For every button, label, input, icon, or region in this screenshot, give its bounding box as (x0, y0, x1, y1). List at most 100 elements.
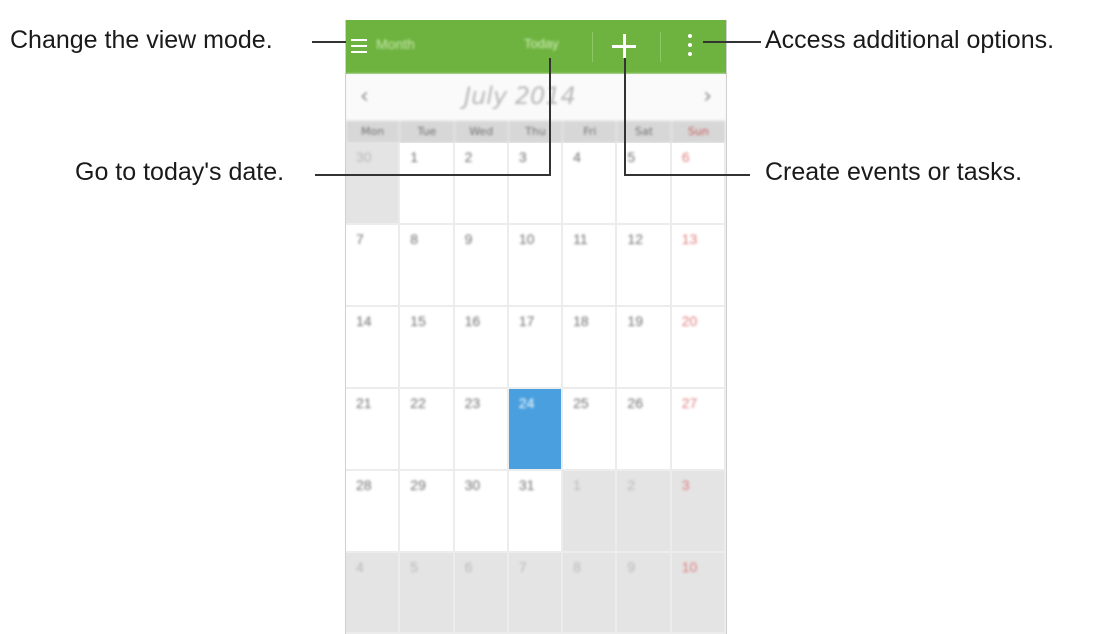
view-mode-label[interactable]: Month (376, 36, 415, 52)
day-number: 27 (681, 395, 698, 411)
day-cell[interactable]: 3 (508, 143, 564, 225)
month-navigation: ‹ July 2014 › (346, 74, 726, 120)
day-cell[interactable]: 6 (671, 143, 726, 225)
day-cell[interactable]: 9 (617, 553, 672, 634)
day-cell[interactable]: 2 (617, 471, 672, 553)
chevron-right-icon[interactable]: › (703, 84, 712, 109)
day-cell[interactable]: 10 (671, 553, 726, 634)
day-number: 9 (464, 231, 473, 247)
day-cell[interactable]: 2 (454, 143, 509, 225)
today-button[interactable]: Today (524, 36, 559, 51)
day-number: 1 (410, 149, 419, 165)
day-number: 8 (573, 559, 581, 575)
day-cell[interactable]: 20 (671, 307, 726, 389)
week-row: 21 22 23 24 25 26 27 (346, 389, 726, 471)
day-number: 10 (518, 231, 535, 247)
day-cell[interactable]: 30 (454, 471, 509, 553)
day-number: 30 (356, 149, 372, 165)
day-cell[interactable]: 21 (346, 389, 401, 471)
day-cell[interactable]: 1 (563, 471, 618, 553)
app-bar: Month Today (346, 20, 726, 74)
weekday-label: Thu (509, 121, 564, 143)
day-cell[interactable]: 18 (563, 307, 618, 389)
day-cell[interactable]: 19 (617, 307, 672, 389)
leader-line-more (703, 41, 761, 43)
day-cell[interactable]: 3 (671, 471, 726, 553)
day-number: 25 (573, 395, 589, 411)
day-number: 29 (410, 477, 426, 493)
day-cell[interactable]: 24 (508, 389, 564, 471)
day-number: 22 (410, 395, 426, 411)
week-row: 14 15 16 17 18 19 20 (346, 307, 726, 389)
day-number: 21 (356, 395, 372, 411)
more-vert-icon[interactable] (682, 28, 698, 62)
day-number: 7 (518, 559, 527, 575)
day-cell[interactable]: 13 (671, 225, 726, 307)
month-grid: 30 1 2 3 4 5 6 7 8 9 10 11 12 13 14 15 16 17 18 19 20 21 22 23 2… (346, 143, 726, 634)
callout-today: Go to today's date. (75, 158, 285, 186)
day-cell[interactable]: 23 (454, 389, 509, 471)
day-cell[interactable]: 22 (400, 389, 455, 471)
day-number: 30 (464, 477, 481, 493)
day-number: 5 (410, 559, 419, 575)
calendar-screen: Month Today ‹ July 2014 › Mon Tue Wed Th… (345, 20, 727, 634)
day-number: 16 (464, 313, 481, 329)
leader-line-create (624, 174, 750, 176)
week-row: 7 8 9 10 11 12 13 (346, 225, 726, 307)
day-cell[interactable]: 15 (400, 307, 455, 389)
day-number: 5 (627, 149, 636, 165)
day-number: 1 (573, 477, 581, 493)
day-cell[interactable]: 8 (563, 553, 618, 634)
day-cell[interactable]: 29 (400, 471, 455, 553)
day-cell[interactable]: 5 (400, 553, 455, 634)
day-cell[interactable]: 9 (454, 225, 509, 307)
callout-create: Create events or tasks. (765, 158, 1023, 186)
day-cell[interactable]: 4 (346, 553, 401, 634)
day-number: 9 (627, 559, 636, 575)
day-cell[interactable]: 17 (508, 307, 564, 389)
leader-line-create-v (624, 58, 626, 176)
menu-icon[interactable] (350, 30, 370, 60)
day-number: 10 (681, 559, 698, 575)
day-cell[interactable]: 6 (454, 553, 509, 634)
day-number: 17 (518, 313, 535, 329)
day-cell[interactable]: 26 (617, 389, 672, 471)
day-number: 23 (464, 395, 481, 411)
leader-line-today (315, 174, 551, 176)
day-number: 8 (410, 231, 419, 247)
chevron-left-icon[interactable]: ‹ (360, 84, 369, 109)
divider (592, 32, 593, 62)
day-cell[interactable]: 30 (346, 143, 401, 225)
weekday-label: Fri (563, 121, 618, 143)
day-number: 19 (627, 313, 643, 329)
day-cell[interactable]: 28 (346, 471, 401, 553)
callout-more-options: Access additional options. (765, 26, 1055, 54)
day-cell[interactable]: 31 (508, 471, 564, 553)
day-cell[interactable]: 11 (563, 225, 618, 307)
day-cell[interactable]: 10 (508, 225, 564, 307)
day-cell[interactable]: 7 (508, 553, 564, 634)
day-number: 26 (627, 395, 643, 411)
weekday-label: Sun (672, 121, 726, 143)
day-number: 6 (681, 149, 690, 165)
callout-view-mode: Change the view mode. (10, 26, 273, 54)
day-cell[interactable]: 12 (617, 225, 672, 307)
day-number: 28 (356, 477, 372, 493)
day-number: 3 (518, 149, 527, 165)
week-row: 4 5 6 7 8 9 10 (346, 553, 726, 634)
weekday-label: Wed (455, 121, 509, 143)
day-cell[interactable]: 8 (400, 225, 455, 307)
day-cell[interactable]: 16 (454, 307, 509, 389)
day-number: 11 (573, 231, 588, 247)
day-cell[interactable]: 14 (346, 307, 401, 389)
day-number: 31 (518, 477, 535, 493)
day-number: 12 (627, 231, 643, 247)
day-number: 15 (410, 313, 426, 329)
day-cell[interactable]: 4 (563, 143, 618, 225)
day-cell[interactable]: 25 (563, 389, 618, 471)
day-cell[interactable]: 7 (346, 225, 401, 307)
day-cell[interactable]: 1 (400, 143, 455, 225)
day-cell[interactable]: 27 (671, 389, 726, 471)
month-title: July 2014 (464, 82, 576, 110)
day-number: 2 (464, 149, 473, 165)
